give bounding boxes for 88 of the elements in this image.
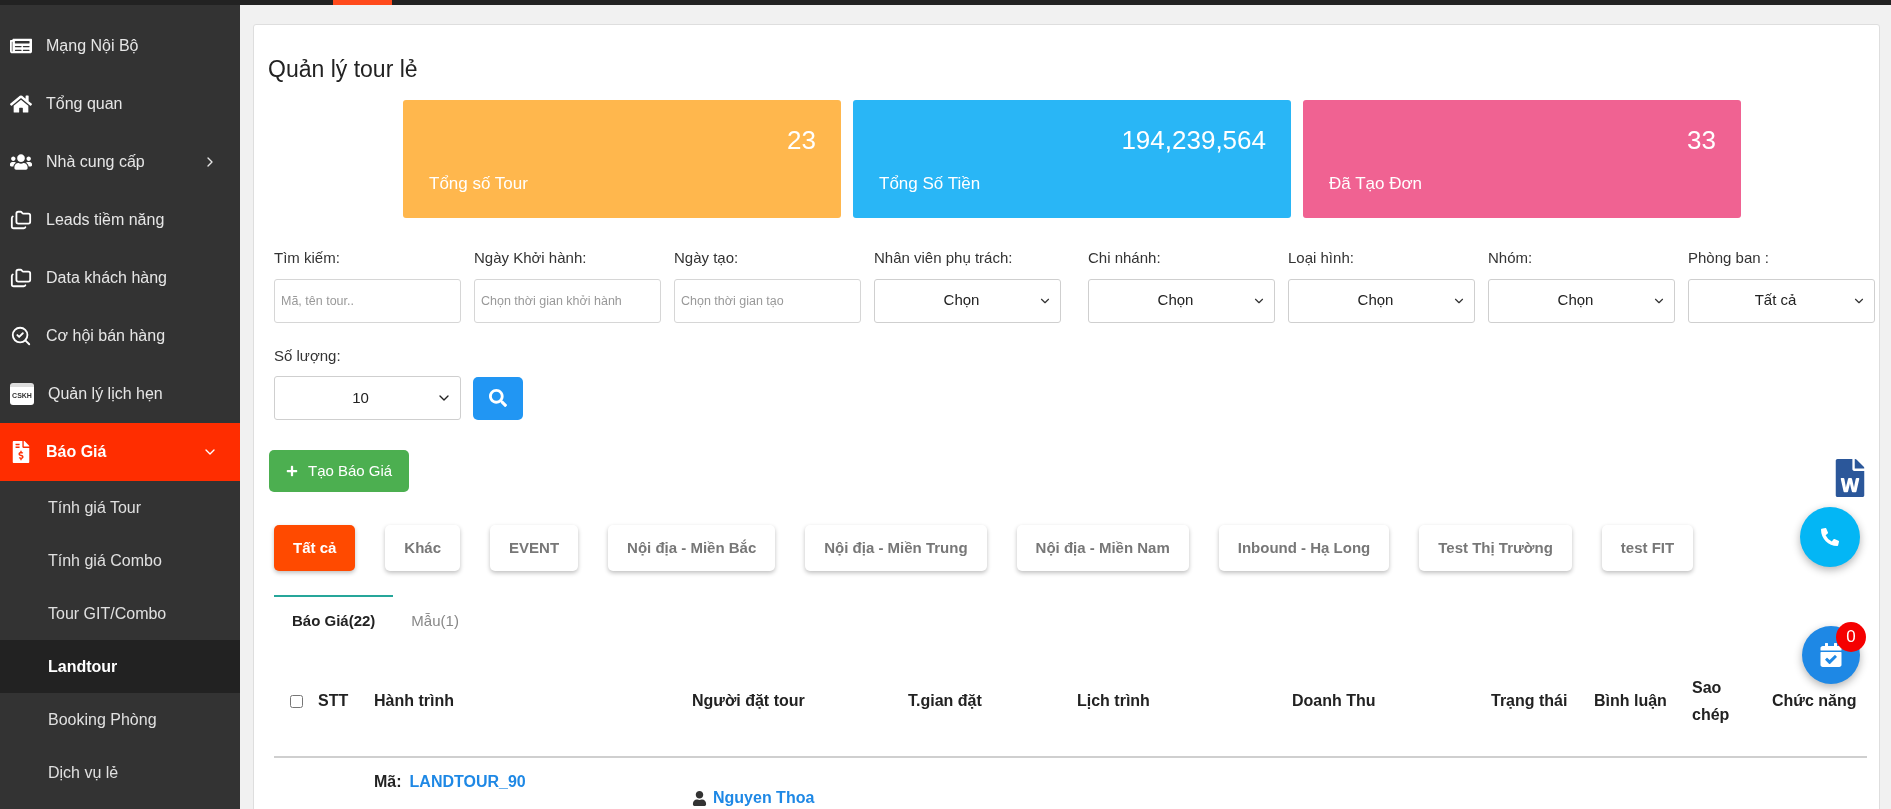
- sidebar-item[interactable]: Cơ hội bán hàng: [0, 307, 240, 365]
- stat-label: Đã Tạo Đơn: [1329, 173, 1424, 195]
- column-header: Lịch trình: [1077, 691, 1151, 711]
- select-value: Tất cả: [1753, 290, 1798, 311]
- tab[interactable]: Mẫu(1): [393, 595, 477, 645]
- calendar-check-icon: [1819, 643, 1843, 667]
- filter-field[interactable]: Mã, tên tour..: [274, 278, 461, 323]
- count-select[interactable]: 10: [274, 376, 461, 420]
- sidebar-item-label: Nhà cung cấp: [46, 152, 146, 172]
- filter-select[interactable]: Chọn: [1288, 278, 1475, 323]
- sidebar-item[interactable]: Báo Giá: [0, 423, 240, 481]
- column-header: Sao chép: [1692, 678, 1731, 725]
- sidebar-item[interactable]: Leads tiềm năng: [0, 191, 240, 249]
- sidebar-item-label: Cơ hội bán hàng: [46, 326, 167, 346]
- select-value: Chọn: [1556, 290, 1595, 311]
- sidebar-item[interactable]: Nhà cung cấp: [0, 133, 240, 191]
- filter-select[interactable]: Chọn: [874, 278, 1061, 323]
- home-icon: [10, 93, 32, 115]
- sidebar-subitem[interactable]: Booking Phòng: [0, 693, 240, 746]
- sidebar-item[interactable]: Tổng quan: [0, 75, 240, 133]
- user-icon: [692, 790, 707, 806]
- filter-field[interactable]: Chọn thời gian khởi hành: [474, 278, 661, 323]
- sidebar-item-label: Báo Giá: [46, 442, 108, 462]
- sidebar-item[interactable]: Mạng Nội Bộ: [0, 17, 240, 75]
- column-header: STT: [318, 691, 350, 711]
- page-title: Quản lý tour lẻ: [268, 58, 419, 81]
- stat-value: 194,239,564: [1120, 127, 1266, 153]
- stat-label: Tổng Số Tiền: [879, 173, 982, 195]
- select-value: Chọn: [1156, 290, 1195, 311]
- sidebar-subitem[interactable]: Dịch vụ lẻ: [0, 746, 240, 799]
- column-header: Doanh Thu: [1292, 691, 1377, 711]
- column-header: Hành trình: [374, 691, 455, 711]
- sidebar-item-label: Mạng Nội Bộ: [46, 36, 140, 56]
- category-chip[interactable]: test FIT: [1601, 525, 1694, 571]
- column-header: Chức năng: [1772, 691, 1858, 711]
- sidebar-item[interactable]: Data khách hàng: [0, 249, 240, 307]
- category-chip[interactable]: Khác: [385, 525, 461, 571]
- select-all-checkbox[interactable]: [289, 694, 303, 708]
- select-value: Chọn: [942, 290, 981, 311]
- search-icon: [489, 389, 507, 407]
- sidebar-subitem[interactable]: Tour GIT/Combo: [0, 587, 240, 640]
- plus-icon: [286, 465, 298, 477]
- stat-label: Tổng số Tour: [429, 173, 529, 195]
- count-label: Số lượng:: [274, 345, 342, 366]
- folders-icon: [10, 209, 32, 231]
- tour-code-link[interactable]: LANDTOUR_90: [409, 770, 526, 809]
- code-label: Mã:: [374, 772, 402, 792]
- stat-value: 33: [1686, 127, 1716, 153]
- sidebar-item-label: Data khách hàng: [46, 268, 168, 288]
- folders-icon: [10, 267, 32, 289]
- column-header: Trạng thái: [1491, 691, 1569, 711]
- filter-label: Phòng ban :: [1688, 248, 1770, 268]
- users-icon: [10, 151, 32, 173]
- sidebar-subitem[interactable]: Tính giá Combo: [0, 534, 240, 587]
- filter-select[interactable]: Chọn: [1488, 278, 1675, 323]
- invoice-icon: [10, 441, 32, 463]
- filter-label: Nhóm:: [1488, 248, 1534, 268]
- stat-value: 23: [786, 127, 816, 153]
- category-chip[interactable]: EVENT: [490, 525, 579, 571]
- phone-icon: [1821, 528, 1839, 546]
- tab[interactable]: Báo Giá(22): [274, 595, 394, 645]
- category-chip[interactable]: Nội địa - Miền Bắc: [608, 525, 776, 571]
- column-header: Bình luận: [1594, 691, 1668, 711]
- column-header: Người đặt tour: [692, 691, 806, 711]
- select-value: 10: [351, 387, 370, 408]
- category-chip[interactable]: Inbound - Hạ Long: [1218, 525, 1390, 571]
- filter-select[interactable]: Tất cả: [1688, 278, 1875, 323]
- sidebar-item-label: Tổng quan: [46, 94, 124, 114]
- filter-select[interactable]: Chọn: [1088, 278, 1275, 323]
- filter-field[interactable]: Chọn thời gian tạo: [674, 278, 861, 323]
- sidebar-item-label: Leads tiềm năng: [46, 210, 166, 230]
- active-indicator: [333, 0, 392, 5]
- sidebar-item-label: Quản lý lịch hẹn: [48, 384, 164, 404]
- sidebar-subitem[interactable]: Landtour: [0, 640, 240, 693]
- search-button[interactable]: [473, 376, 523, 420]
- booker-link[interactable]: Nguyen Thoa: [713, 786, 815, 809]
- category-chip[interactable]: Nội địa - Miền Nam: [1016, 525, 1189, 571]
- filter-label: Ngày Khởi hành:: [474, 248, 588, 268]
- filter-label: Nhân viên phụ trách:: [874, 248, 1014, 268]
- filter-label: Ngày tạo:: [674, 248, 740, 268]
- filter-label: Chi nhánh:: [1088, 248, 1162, 268]
- filter-label: Tìm kiếm:: [274, 248, 341, 268]
- filter-label: Loại hình:: [1288, 248, 1355, 268]
- category-chip[interactable]: Nội địa - Miền Trung: [805, 525, 987, 571]
- column-header: T.gian đặt: [908, 691, 983, 711]
- sidebar-subitem[interactable]: Tính giá Tour: [0, 481, 240, 534]
- select-value: Chọn: [1356, 290, 1395, 311]
- category-chip[interactable]: Test Thị Trường: [1419, 525, 1572, 571]
